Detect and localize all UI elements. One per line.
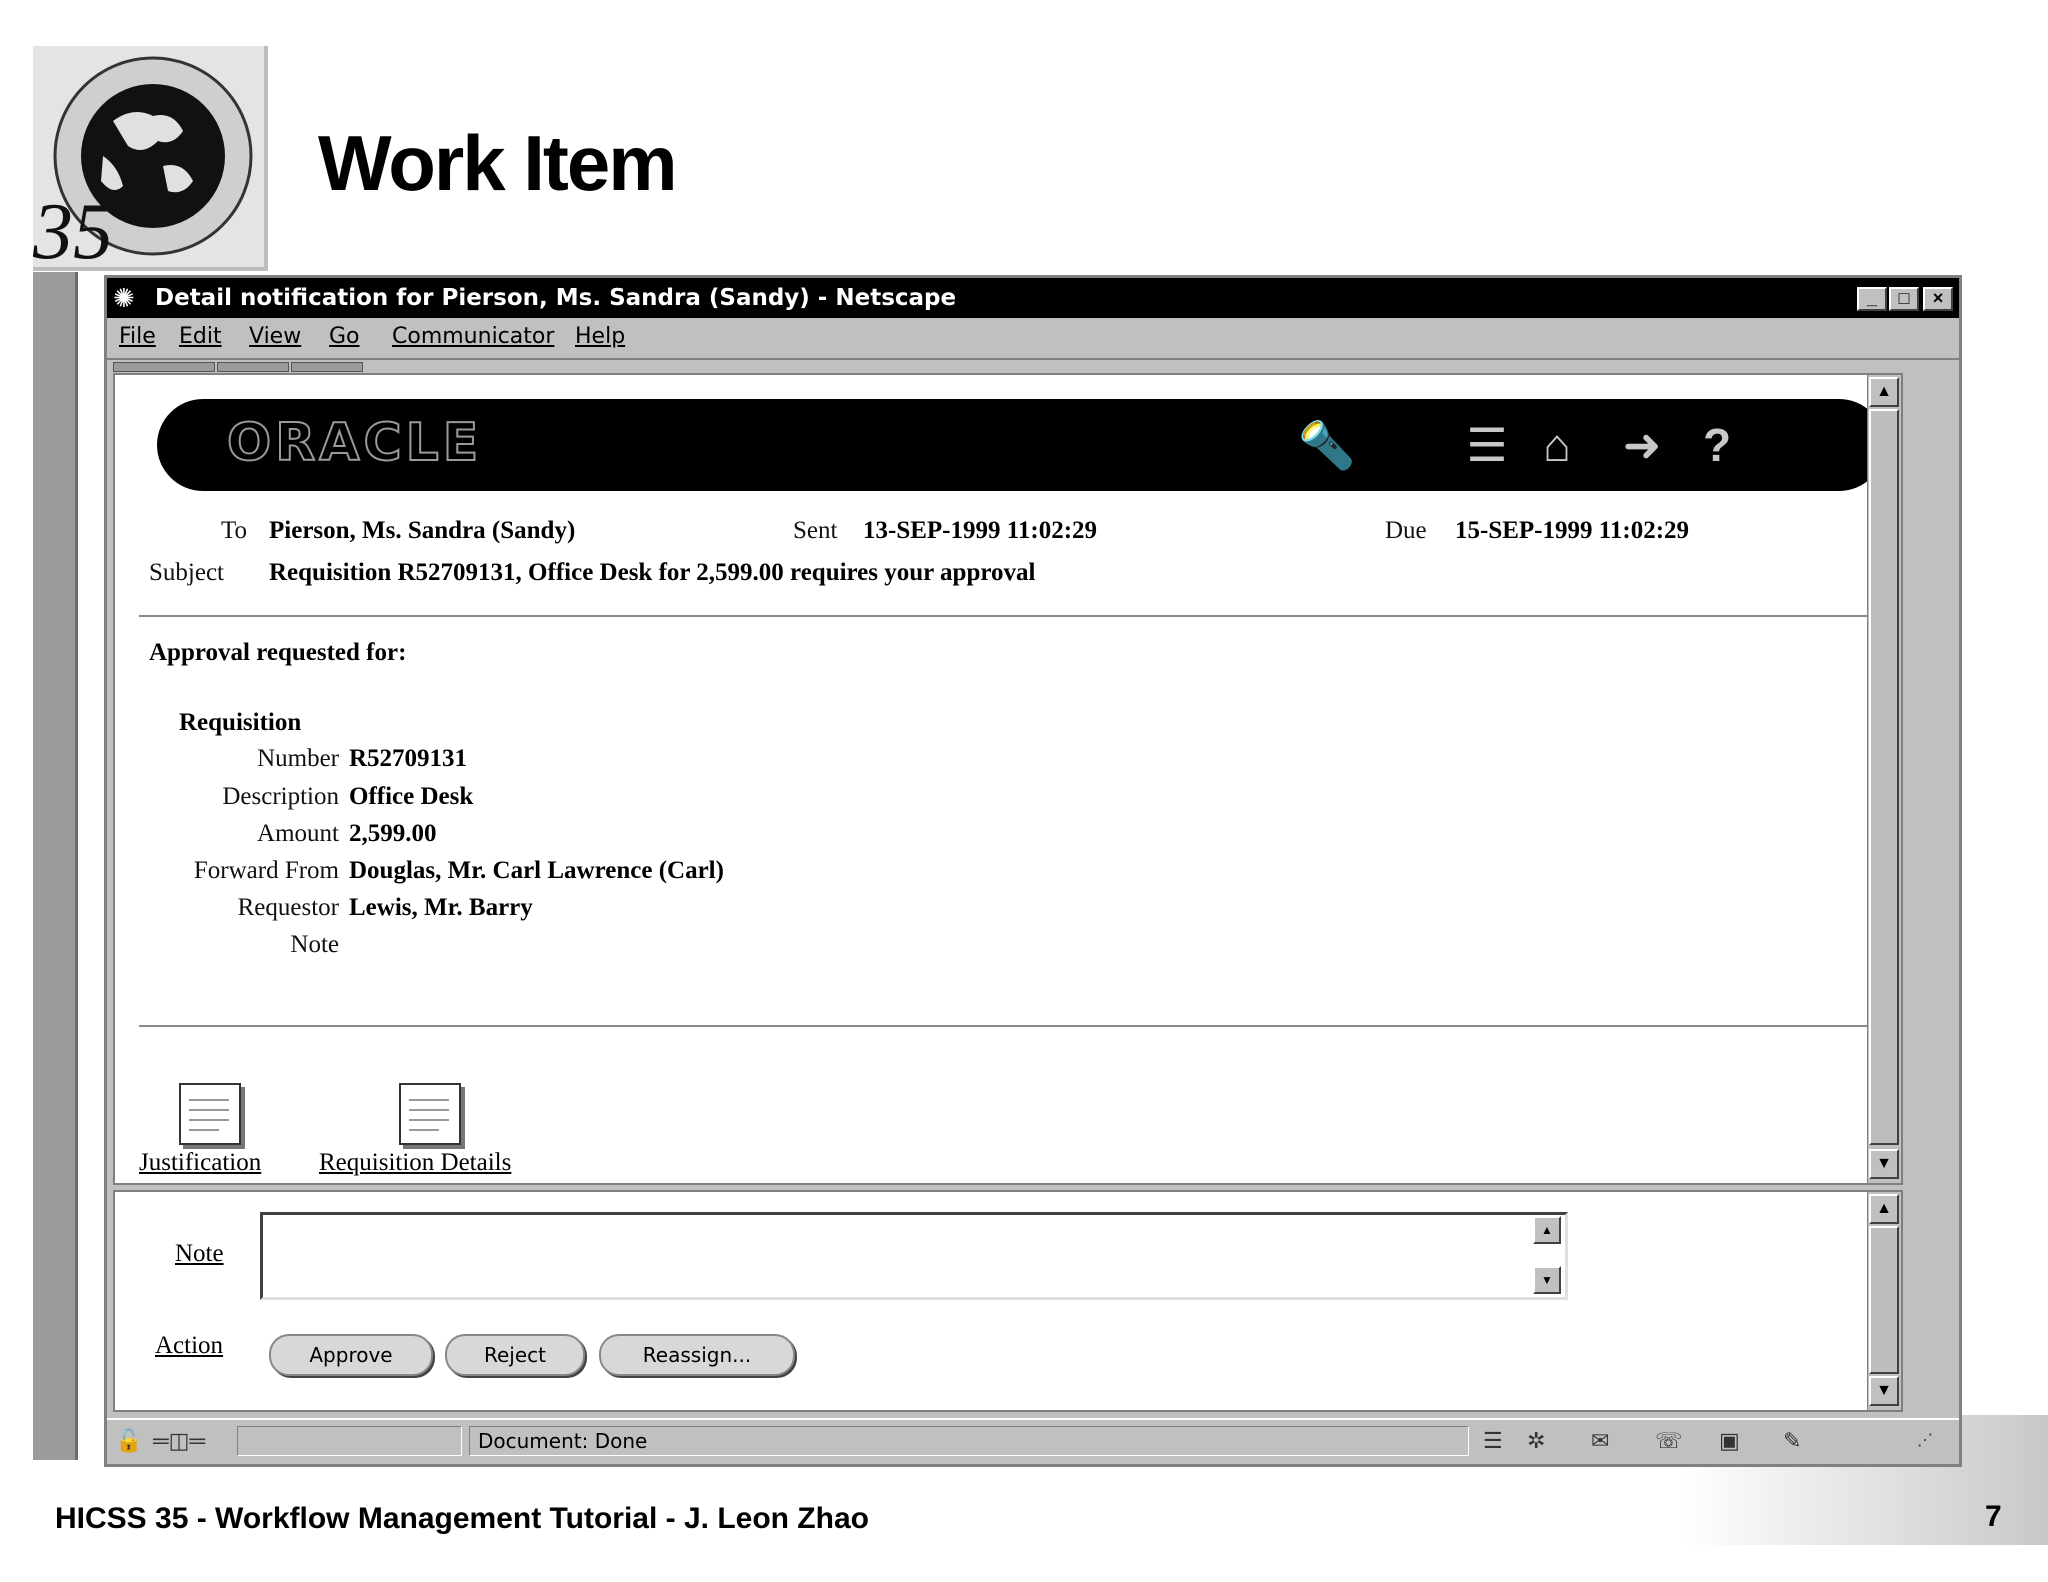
mail-icon[interactable]: ✉ [1591, 1426, 1609, 1456]
content-scrollbar[interactable]: ▲ ▼ [1867, 375, 1901, 1183]
forward-from-label: Forward From [193, 857, 339, 884]
forward-from-value: Douglas, Mr. Carl Lawrence (Carl) [349, 857, 724, 884]
note-textarea[interactable] [260, 1212, 1568, 1300]
amount-label: Amount [257, 820, 339, 847]
resize-grip-icon[interactable]: ⋰ [1917, 1426, 1933, 1456]
to-value: Pierson, Ms. Sandra (Sandy) [269, 517, 576, 544]
page-number: 7 [1985, 1500, 2002, 1533]
number-label: Number [257, 745, 339, 772]
search-flashlight-icon[interactable]: 🔦 [1297, 415, 1357, 475]
menu-help[interactable]: Help [575, 324, 625, 349]
help-icon[interactable]: ? [1687, 415, 1747, 475]
toolbar-tabs [107, 358, 1959, 372]
navigator-component-icon[interactable]: ✲ [1527, 1426, 1545, 1456]
to-label: To [221, 517, 248, 544]
sent-label: Sent [793, 517, 838, 544]
approve-button[interactable]: Approve [269, 1334, 433, 1376]
status-text: Document: Done [469, 1426, 1469, 1456]
window-title: Detail notification for Pierson, Ms. San… [155, 285, 957, 311]
toolbar-tab[interactable] [291, 362, 363, 372]
oracle-banner: ORACLE 🔦 ☰ ⌂ ➜ ? [157, 399, 1885, 491]
composer-icon[interactable]: ✎ [1783, 1426, 1801, 1456]
note-label: Note [290, 931, 339, 958]
menu-edit[interactable]: Edit [179, 324, 222, 349]
toolbar-tab[interactable] [217, 362, 289, 372]
requestor-label: Requestor [237, 894, 339, 921]
content-frame: ORACLE 🔦 ☰ ⌂ ➜ ? To Pierson, Ms. Sandra … [113, 373, 1903, 1185]
menu-bar: File Edit View Go Communicator Help [107, 318, 1959, 356]
document-icon[interactable] [179, 1083, 241, 1145]
justification-link[interactable]: Justification [139, 1149, 261, 1177]
response-frame: Note ▲ ▼ Action Approve Reject Reassign.… [113, 1190, 1903, 1412]
globe-logo-icon: 35 [32, 56, 253, 276]
navigator-icon[interactable]: ☰ [1483, 1426, 1503, 1456]
logo-number: 35 [33, 188, 113, 267]
conference-logo: 35 [32, 46, 268, 276]
security-lock-icon[interactable]: 🔓 [115, 1426, 142, 1456]
document-icon[interactable] [399, 1083, 461, 1145]
due-label: Due [1385, 517, 1427, 544]
scroll-up-arrow-icon[interactable]: ▲ [1869, 1194, 1899, 1224]
reject-button[interactable]: Reject [445, 1334, 585, 1376]
maximize-button[interactable]: □ [1889, 287, 1919, 311]
home-icon[interactable]: ⌂ [1527, 415, 1587, 475]
close-button[interactable]: × [1923, 287, 1953, 311]
divider [139, 1025, 1885, 1027]
browser-window: Detail notification for Pierson, Ms. San… [104, 275, 1962, 1467]
amount-value: 2,599.00 [349, 820, 437, 847]
slide-title: Work Item [318, 119, 678, 207]
response-scrollbar[interactable]: ▲ ▼ [1867, 1192, 1901, 1410]
scroll-down-arrow-icon[interactable]: ▼ [1869, 1376, 1899, 1406]
oracle-logo: ORACLE [226, 412, 483, 474]
scroll-down-arrow-icon[interactable]: ▼ [1869, 1149, 1899, 1179]
progress-cell [237, 1426, 462, 1456]
description-label: Description [222, 783, 339, 810]
exit-icon[interactable]: ➜ [1612, 415, 1672, 475]
approval-heading: Approval requested for: [149, 639, 407, 666]
requisition-details-link[interactable]: Requisition Details [319, 1149, 511, 1177]
description-value: Office Desk [349, 783, 474, 810]
divider [139, 615, 1885, 617]
menu-communicator[interactable]: Communicator [392, 324, 554, 349]
section-title: Requisition [179, 709, 302, 736]
connection-icon: ═◫═ [153, 1428, 205, 1453]
action-label[interactable]: Action [155, 1332, 223, 1360]
toolbar-tab[interactable] [113, 362, 215, 372]
discussion-icon[interactable]: ☏ [1655, 1426, 1683, 1456]
minimize-button[interactable]: _ [1857, 287, 1887, 311]
slide-footer: HICSS 35 - Workflow Management Tutorial … [55, 1502, 869, 1535]
subject-value: Requisition R52709131, Office Desk for 2… [269, 559, 1036, 586]
note-scroll-up-icon[interactable]: ▲ [1533, 1216, 1561, 1244]
menu-file[interactable]: File [119, 324, 156, 349]
response-note-label[interactable]: Note [175, 1240, 224, 1268]
menu-view[interactable]: View [249, 324, 301, 349]
scroll-thumb[interactable] [1869, 1226, 1899, 1374]
worklist-icon[interactable]: ☰ [1457, 415, 1517, 475]
reassign-button[interactable]: Reassign... [599, 1334, 795, 1376]
slide-accent-bar [33, 272, 78, 1460]
requestor-value: Lewis, Mr. Barry [349, 894, 533, 921]
subject-label: Subject [149, 559, 224, 586]
scroll-up-arrow-icon[interactable]: ▲ [1869, 377, 1899, 407]
due-value: 15-SEP-1999 11:02:29 [1455, 517, 1690, 544]
menu-go[interactable]: Go [329, 324, 360, 349]
note-scroll-down-icon[interactable]: ▼ [1533, 1266, 1561, 1294]
address-book-icon[interactable]: ▣ [1719, 1426, 1740, 1456]
title-bar[interactable]: Detail notification for Pierson, Ms. San… [107, 278, 1959, 318]
scroll-thumb[interactable] [1869, 409, 1899, 1145]
status-bar: 🔓 ═◫═ Document: Done ☰ ✲ ✉ ☏ ▣ ✎ ⋰ [107, 1418, 1959, 1464]
number-value: R52709131 [349, 745, 468, 772]
netscape-icon: ✺ [113, 283, 135, 313]
sent-value: 13-SEP-1999 11:02:29 [863, 517, 1098, 544]
